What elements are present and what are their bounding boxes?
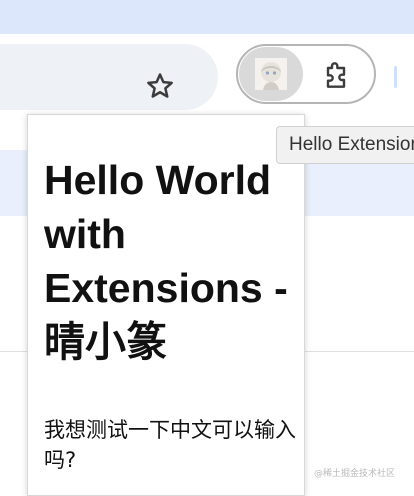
browser-toolbar <box>0 34 414 114</box>
star-icon[interactable] <box>140 66 180 106</box>
address-bar[interactable] <box>0 44 218 110</box>
extension-tooltip: Hello Extensions <box>276 126 414 164</box>
watermark: @稀土掘金技术社区 <box>314 469 396 479</box>
extension-popup: Hello World with Extensions - 晴小篆 我想测试一下… <box>27 114 305 496</box>
tab-strip <box>0 0 414 34</box>
popup-heading: Hello World with Extensions - 晴小篆 <box>44 157 288 365</box>
toolbar-divider <box>394 66 397 88</box>
avatar-icon <box>255 58 287 90</box>
extension-action-button[interactable] <box>239 47 303 101</box>
popup-body-text: 我想测试一下中文可以输入吗? <box>44 418 296 472</box>
puzzle-icon[interactable] <box>316 56 356 96</box>
